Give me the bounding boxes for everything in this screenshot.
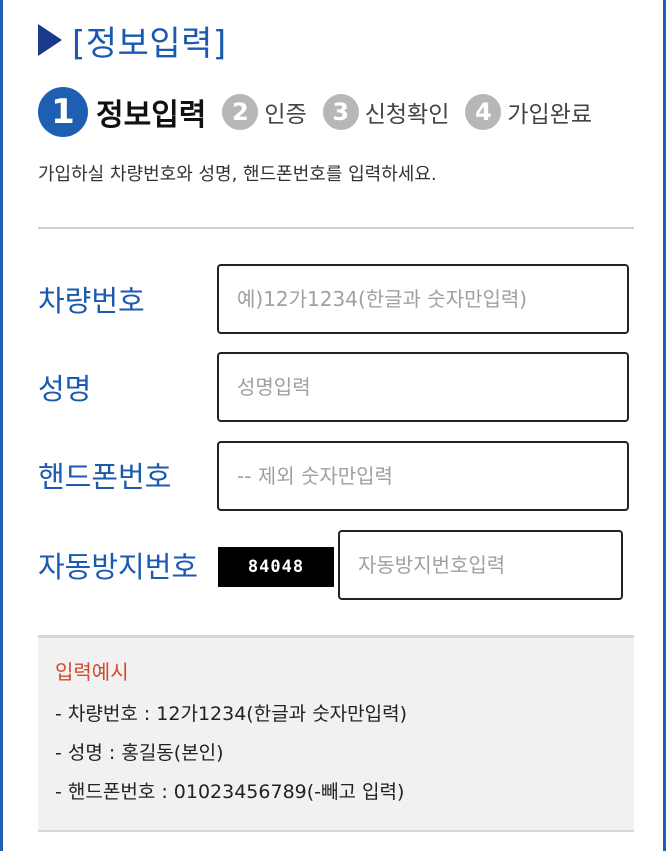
- example-item: - 성명 : 홍길동(본인): [55, 742, 224, 764]
- step-indicator: 1 정보입력 2 인증 3 신청확인 4 가입완료: [38, 87, 608, 137]
- name-label: 성명: [38, 372, 92, 406]
- step-4: 4 가입완료: [465, 94, 592, 130]
- name-field: [217, 352, 629, 422]
- vehicle-number-label: 차량번호: [38, 284, 145, 318]
- captcha-label: 자동방지번호: [38, 550, 199, 584]
- vehicle-number-field: [217, 264, 629, 334]
- instruction-text: 가입하실 차량번호와 성명, 핸드폰번호를 입력하세요.: [38, 164, 437, 185]
- phone-label: 핸드폰번호: [38, 460, 172, 494]
- step-4-number-icon: 4: [465, 94, 502, 130]
- example-item: - 핸드폰번호 : 01023456789(-빼고 입력): [55, 781, 405, 803]
- input-example-box: 입력예시 - 차량번호 : 12가1234(한글과 숫자만입력) - 성명 : …: [38, 635, 634, 832]
- phone-input[interactable]: [219, 443, 627, 509]
- step-3-label: 신청확인: [364, 102, 450, 128]
- captcha-field: [338, 530, 623, 600]
- example-item: - 차량번호 : 12가1234(한글과 숫자만입력): [55, 703, 408, 725]
- divider: [38, 227, 634, 229]
- step-2-label: 인증: [264, 102, 307, 128]
- step-2-number-icon: 2: [222, 94, 259, 130]
- step-1: 1 정보입력: [38, 87, 206, 137]
- triangle-arrow-icon: [38, 24, 62, 56]
- step-1-number-icon: 1: [38, 87, 88, 137]
- phone-field: [217, 441, 629, 511]
- captcha-input[interactable]: [340, 532, 621, 598]
- step-1-label: 정보입력: [96, 98, 207, 133]
- page-title: [정보입력]: [72, 23, 227, 64]
- example-title: 입력예시: [55, 660, 129, 684]
- section-header: [정보입력]: [38, 18, 227, 64]
- name-input[interactable]: [219, 354, 627, 420]
- step-3-number-icon: 3: [322, 94, 359, 130]
- page-frame: [정보입력] 1 정보입력 2 인증 3 신청확인 4 가입완료 가입하실 차량…: [0, 0, 666, 851]
- vehicle-number-input[interactable]: [219, 266, 627, 332]
- step-2: 2 인증: [222, 94, 307, 130]
- captcha-image: 84048: [218, 547, 334, 587]
- step-4-label: 가입완료: [507, 102, 593, 128]
- step-3: 3 신청확인: [322, 94, 450, 130]
